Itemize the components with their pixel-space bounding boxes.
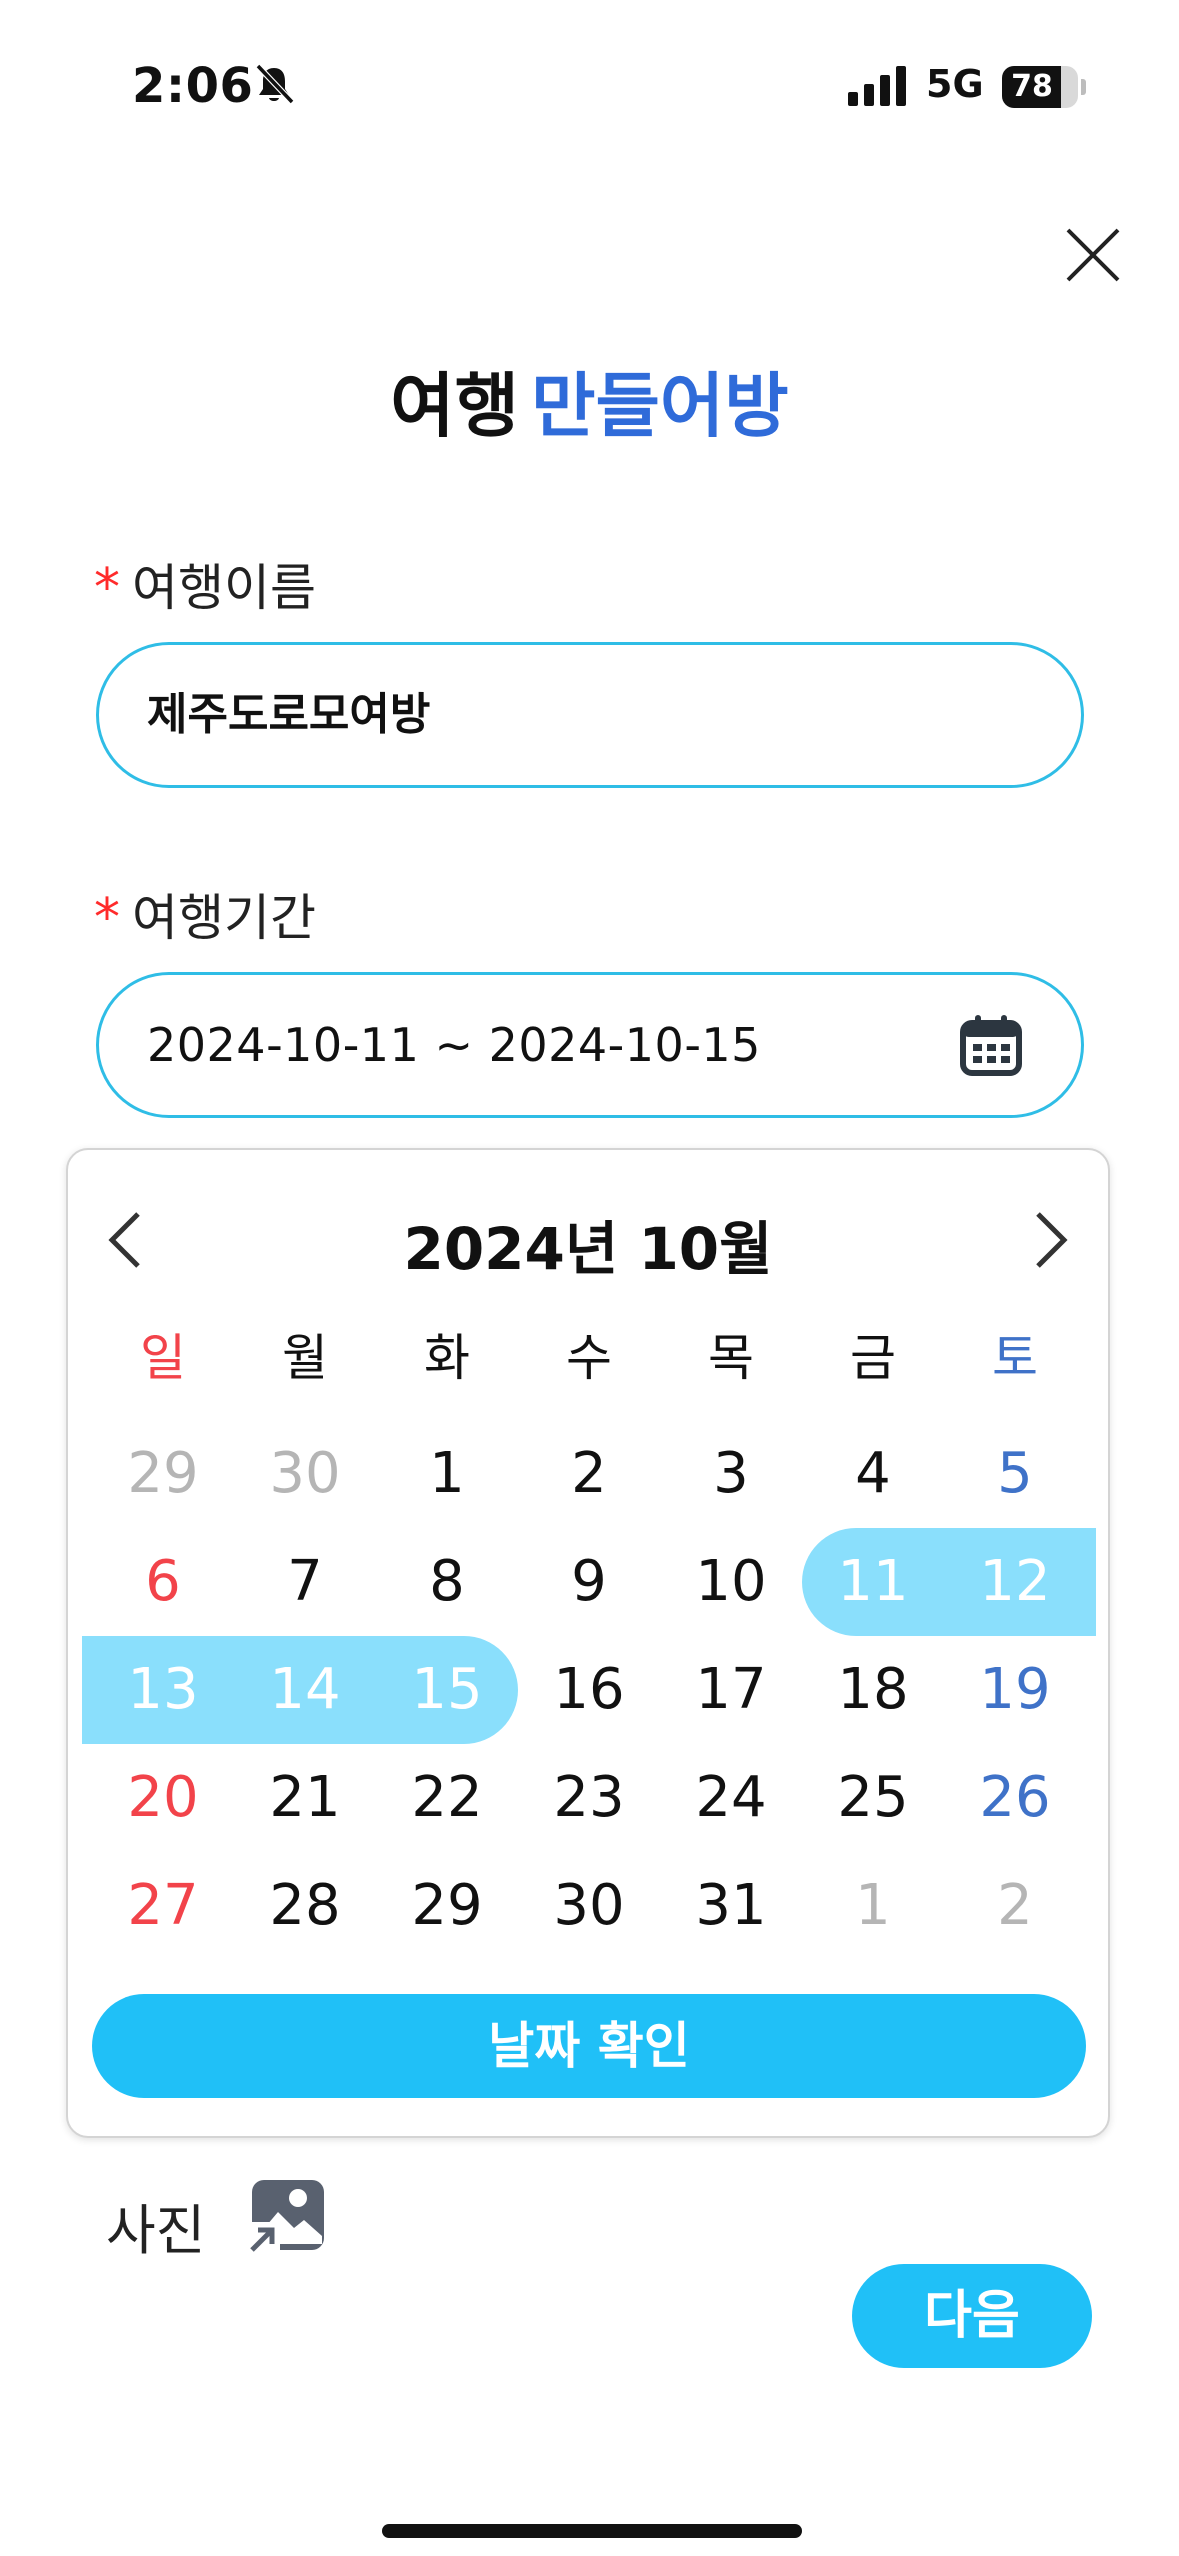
required-mark: * [94,558,120,618]
calendar-day[interactable]: 11 [802,1528,944,1636]
calendar-day[interactable]: 4 [802,1420,944,1528]
calendar-day[interactable]: 9 [518,1528,660,1636]
next-month-icon[interactable] [1026,1208,1074,1272]
calendar-day[interactable]: 8 [376,1528,518,1636]
calendar-day[interactable]: 1 [802,1852,944,1960]
trip-period-value: 2024-10-11 ~ 2024-10-15 [147,1018,761,1072]
calendar-day[interactable]: 28 [234,1852,376,1960]
image-add-icon[interactable] [246,2178,326,2256]
trip-name-input[interactable]: 제주도로모여방 [96,642,1084,788]
calendar-day[interactable]: 2 [944,1852,1086,1960]
calendar-day[interactable]: 27 [92,1852,234,1960]
bell-muted-icon [255,63,295,105]
confirm-date-button[interactable]: 날짜 확인 [92,1994,1086,2098]
calendar-day[interactable]: 13 [92,1636,234,1744]
calendar-day[interactable]: 5 [944,1420,1086,1528]
calendar-day[interactable]: 25 [802,1744,944,1852]
home-indicator [382,2524,802,2538]
trip-period-label: * 여행기간 [94,878,316,950]
page-title: 여행 만들어방 [0,350,1179,451]
calendar-day[interactable]: 2 [518,1420,660,1528]
calendar-day[interactable]: 16 [518,1636,660,1744]
calendar-day[interactable]: 23 [518,1744,660,1852]
calendar-month-label: 2024년 10월 [403,1215,773,1283]
photo-label: 사진 [106,2199,206,2262]
date-picker: 2024년 10월 일 월 화 수 목 금 토 29 30 1 2 3 4 5 6 7 8 9 10 11 12 13 14… [66,1148,1110,2138]
calendar-day[interactable]: 20 [92,1744,234,1852]
network-type: 5G [926,62,984,106]
trip-name-value: 제주도로모여방 [147,689,431,740]
weekday-label: 화 [424,1329,470,1387]
calendar-day[interactable]: 17 [660,1636,802,1744]
calendar-day[interactable]: 7 [234,1528,376,1636]
battery-level: 78 [1011,69,1053,104]
trip-period-label-text: 여행기간 [132,889,316,947]
calendar-day[interactable]: 19 [944,1636,1086,1744]
required-mark: * [94,888,120,948]
calendar-day[interactable]: 15 [376,1636,518,1744]
weekday-label: 수 [566,1329,612,1387]
calendar-day[interactable]: 14 [234,1636,376,1744]
trip-name-label-text: 여행이름 [132,559,316,617]
calendar-day[interactable]: 10 [660,1528,802,1636]
calendar-day[interactable]: 12 [944,1528,1086,1636]
calendar-day[interactable]: 6 [92,1528,234,1636]
calendar-day[interactable]: 22 [376,1744,518,1852]
calendar-day[interactable]: 21 [234,1744,376,1852]
weekday-label: 토 [992,1329,1038,1387]
calendar-day[interactable]: 26 [944,1744,1086,1852]
calendar-day[interactable]: 30 [518,1852,660,1960]
weekday-label: 목 [708,1329,754,1387]
calendar-day[interactable]: 29 [92,1420,234,1528]
trip-period-input[interactable]: 2024-10-11 ~ 2024-10-15 [96,972,1084,1118]
calendar-day[interactable]: 18 [802,1636,944,1744]
signal-icon [848,66,906,106]
status-time: 2:06 [132,58,254,114]
calendar-day[interactable]: 31 [660,1852,802,1960]
calendar-icon[interactable] [959,1013,1023,1077]
calendar-day[interactable]: 1 [376,1420,518,1528]
next-button[interactable]: 다음 [852,2264,1092,2368]
calendar-day[interactable]: 24 [660,1744,802,1852]
close-icon[interactable] [1064,226,1122,284]
weekday-label: 일 [140,1329,186,1387]
calendar-day[interactable]: 29 [376,1852,518,1960]
weekday-label: 금 [850,1329,896,1387]
calendar-day[interactable]: 30 [234,1420,376,1528]
trip-name-label: * 여행이름 [94,548,316,620]
title-part-1: 여행 [390,365,520,447]
calendar-day[interactable]: 3 [660,1420,802,1528]
battery-icon: 78 [1002,66,1086,108]
title-part-2: 만들어방 [531,365,789,447]
weekday-label: 월 [282,1329,328,1387]
